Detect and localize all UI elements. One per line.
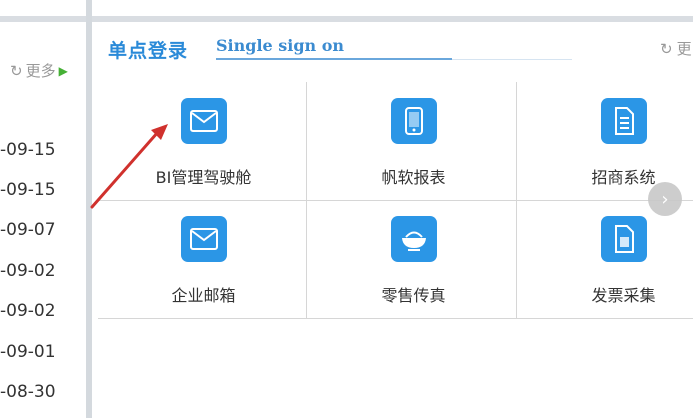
triangle-right-icon: ▶ (58, 63, 68, 78)
sso-item-label: 发票采集 (591, 286, 656, 305)
more-label: 更 (676, 40, 692, 58)
more-link-right[interactable]: ↻ 更 (660, 38, 692, 59)
sso-item-bi-cockpit[interactable]: BI管理驾驶舱 (101, 82, 306, 200)
bowl-icon[interactable] (391, 216, 437, 262)
sso-item-enterprise-mail[interactable]: 企业邮箱 (101, 200, 306, 318)
list-item-date[interactable]: -09-02 (0, 261, 56, 281)
document-icon[interactable] (601, 98, 647, 144)
carousel-next-button[interactable]: › (648, 182, 682, 216)
list-item-date[interactable]: -09-01 (0, 342, 56, 362)
sso-item-retail-fax[interactable]: 零售传真 (311, 200, 516, 318)
refresh-icon: ↻ (10, 61, 23, 80)
tablet-icon[interactable] (391, 98, 437, 144)
news-list-panel: ↻ 更多 ▶ -09-15 -09-15 -09-07 -09-02 -09-0… (0, 22, 86, 418)
more-label: 更多 (25, 62, 56, 80)
more-link-left[interactable]: ↻ 更多 ▶ (10, 60, 68, 81)
grid-divider (98, 318, 693, 319)
title-underline-faint (452, 59, 572, 60)
sso-item-finereport[interactable]: 帆软报表 (311, 82, 516, 200)
list-item-date[interactable]: -09-15 (0, 140, 56, 160)
sso-panel: 单点登录 Single sign on ↻ 更 BI管理驾驶舱 帆软报表 招商系… (92, 22, 693, 418)
sso-item-label: 零售传真 (381, 286, 446, 305)
document-icon[interactable] (601, 216, 647, 262)
list-item-date[interactable]: -09-02 (0, 301, 56, 321)
list-item-date[interactable]: -09-15 (0, 180, 56, 200)
envelope-icon[interactable] (181, 216, 227, 262)
sso-grid: BI管理驾驶舱 帆软报表 招商系统 企业邮箱 零售传真 发票采集 (98, 82, 693, 319)
sso-item-label: 帆软报表 (381, 168, 446, 187)
refresh-icon: ↻ (660, 39, 673, 58)
title-underline (216, 58, 452, 60)
chevron-right-icon: › (661, 188, 669, 210)
envelope-icon[interactable] (181, 98, 227, 144)
list-item-date[interactable]: -08-30 (0, 382, 56, 402)
sso-title-cn: 单点登录 (108, 40, 189, 62)
sso-item-label: BI管理驾驶舱 (155, 168, 252, 187)
sso-title-en: Single sign on (216, 36, 345, 55)
sso-item-invoice-collection[interactable]: 发票采集 (521, 200, 693, 318)
list-item-date[interactable]: -09-07 (0, 220, 56, 240)
sso-header: 单点登录 Single sign on ↻ 更 (92, 22, 693, 72)
sso-item-label: 企业邮箱 (171, 286, 236, 305)
